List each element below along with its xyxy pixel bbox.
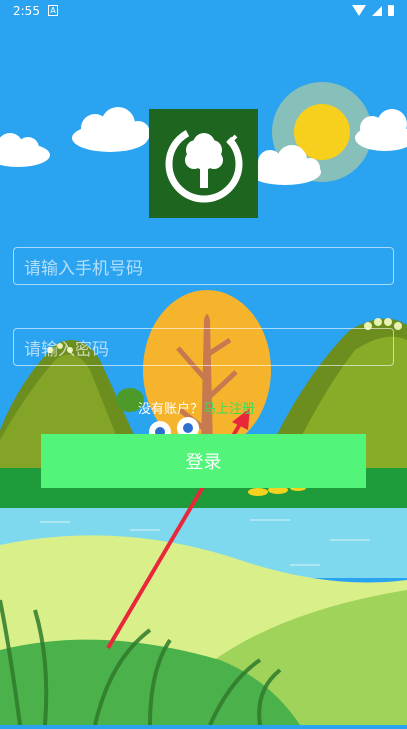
status-bar: 2:55 A (0, 0, 407, 24)
tree-icon (165, 125, 242, 202)
battery-icon (388, 5, 394, 16)
register-link[interactable]: 马上注册 (203, 402, 255, 417)
notification-icon: A (48, 5, 58, 16)
wifi-icon (352, 5, 366, 16)
phone-input[interactable]: 请输入手机号码 (13, 247, 394, 285)
status-icons (352, 5, 394, 16)
phone-placeholder: 请输入手机号码 (24, 258, 143, 279)
password-input[interactable]: 请输入密码 (13, 328, 394, 366)
password-placeholder: 请输入密码 (24, 339, 109, 360)
status-time: 2:55 (13, 4, 40, 18)
register-prompt: 没有账户？马上注册 (138, 398, 255, 417)
app-logo (149, 109, 258, 218)
signal-icon (372, 5, 382, 16)
login-button[interactable]: 登录 (41, 434, 366, 488)
no-account-text: 没有账户？ (138, 402, 204, 417)
